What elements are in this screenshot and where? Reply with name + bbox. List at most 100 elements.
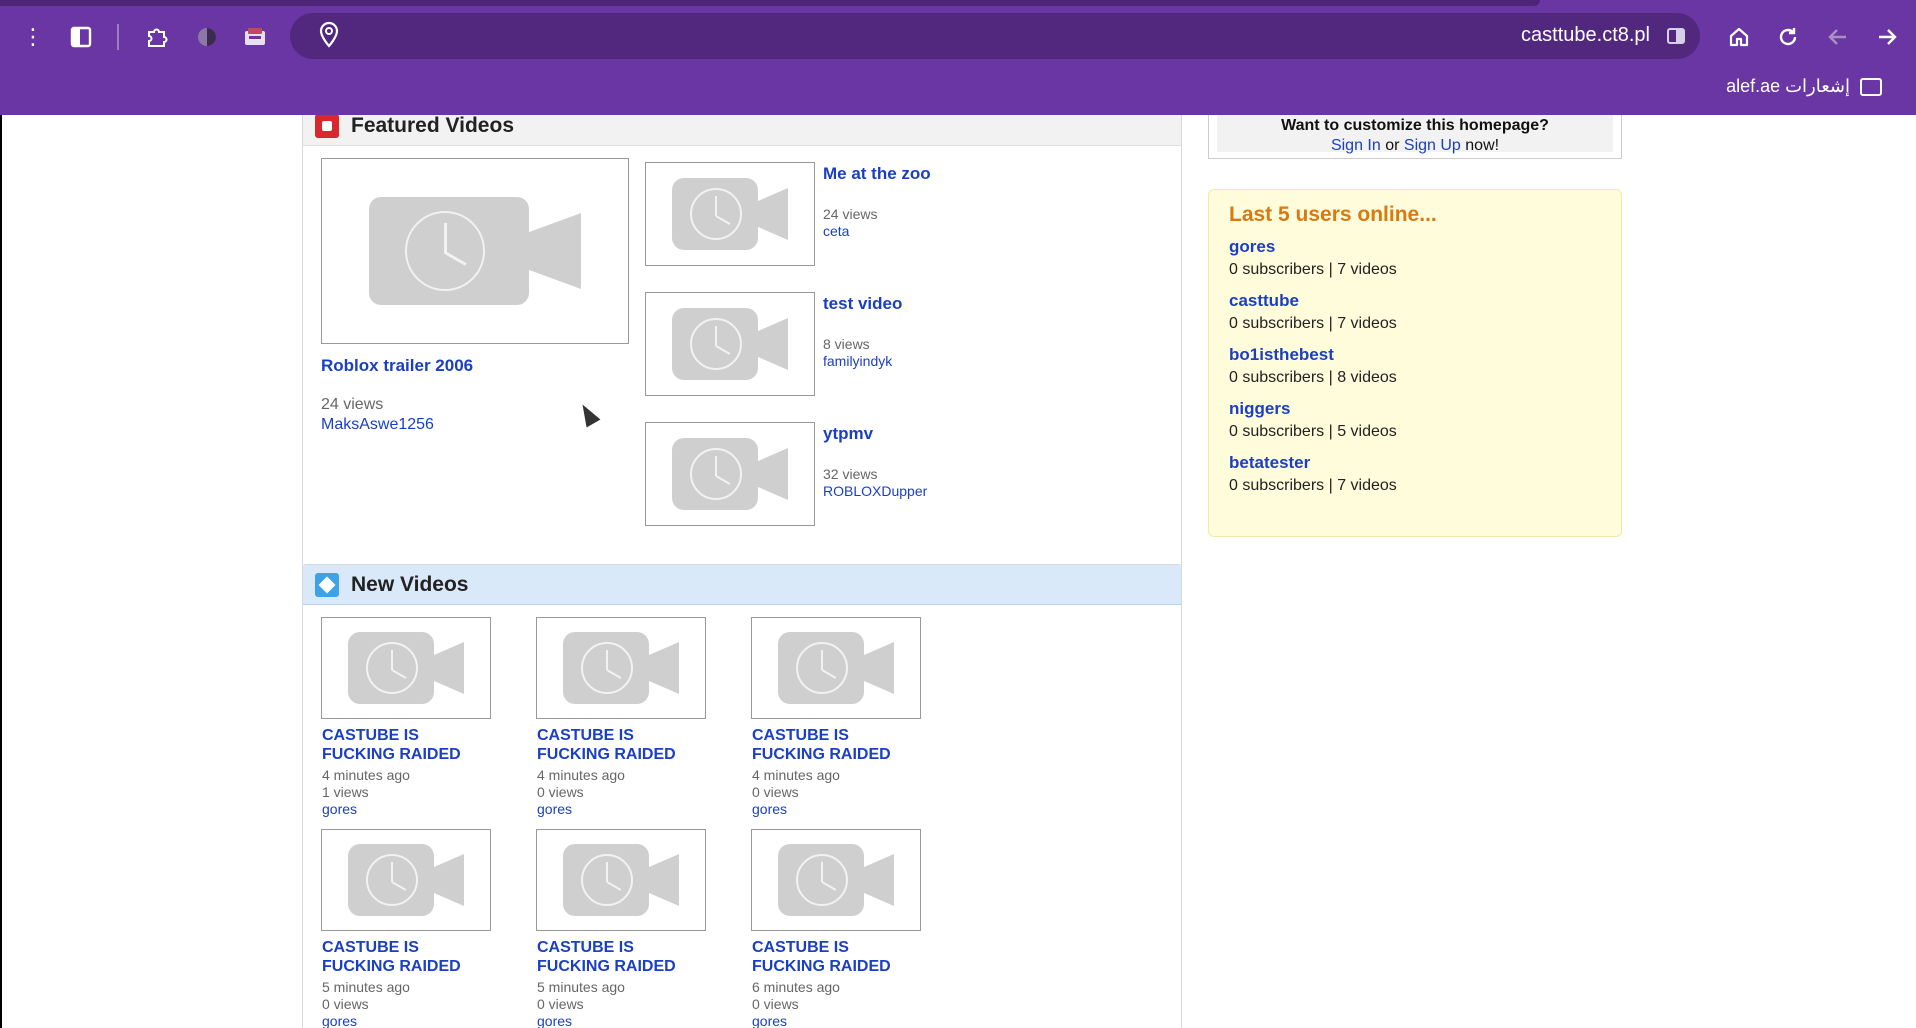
new-video-title-line2[interactable]: FUCKING RAIDED bbox=[322, 746, 461, 764]
new-video-time: 6 minutes ago bbox=[752, 979, 840, 995]
new-video-user[interactable]: gores bbox=[752, 1013, 787, 1028]
featured-side-thumbnail[interactable] bbox=[645, 292, 815, 396]
new-videos-header: New Videos bbox=[303, 565, 1181, 605]
new-video-thumbnail[interactable] bbox=[751, 829, 921, 931]
forward-arrow-icon[interactable] bbox=[1868, 18, 1906, 56]
home-icon[interactable] bbox=[1720, 18, 1758, 56]
new-video-time: 5 minutes ago bbox=[537, 979, 625, 995]
online-user-stats: 0 subscribers | 7 videos bbox=[1229, 261, 1397, 278]
featured-side-user[interactable]: ROBLOXDupper bbox=[823, 483, 927, 499]
video-camera-icon bbox=[778, 844, 894, 916]
featured-side-thumbnail[interactable] bbox=[645, 162, 815, 266]
new-video-title-line2[interactable]: FUCKING RAIDED bbox=[752, 746, 891, 764]
featured-heading: Featured Videos bbox=[351, 115, 514, 137]
new-video-user[interactable]: gores bbox=[752, 801, 787, 817]
new-video-title-line1[interactable]: CASTUBE IS bbox=[537, 939, 634, 957]
tab-strip-edge bbox=[0, 0, 1540, 6]
featured-side-user[interactable]: ceta bbox=[823, 223, 849, 239]
new-video-time: 4 minutes ago bbox=[752, 767, 840, 783]
featured-icon bbox=[315, 115, 339, 138]
featured-main-views: 24 views bbox=[321, 396, 384, 413]
translate-icon[interactable] bbox=[1664, 24, 1688, 48]
new-video-title-line1[interactable]: CASTUBE IS bbox=[752, 727, 849, 745]
new-videos-panel: New Videos CASTUBE IS FUCKING RAIDED 4 m… bbox=[302, 564, 1182, 1028]
new-video-thumbnail[interactable] bbox=[751, 617, 921, 719]
new-video-user[interactable]: gores bbox=[322, 801, 357, 817]
now-text: now! bbox=[1465, 137, 1500, 154]
online-user-name[interactable]: gores bbox=[1229, 237, 1601, 257]
new-video-time: 5 minutes ago bbox=[322, 979, 410, 995]
new-video-views: 0 views bbox=[322, 996, 369, 1012]
new-video-user[interactable]: gores bbox=[322, 1013, 357, 1028]
featured-side-thumbnail[interactable] bbox=[645, 422, 815, 526]
featured-side-views: 8 views bbox=[823, 336, 870, 352]
extensions-puzzle-icon[interactable] bbox=[140, 20, 174, 54]
online-user-name[interactable]: casttube bbox=[1229, 291, 1601, 311]
url-text[interactable]: casttube.ct8.pl bbox=[1521, 24, 1650, 47]
featured-videos-header: Featured Videos bbox=[303, 115, 1181, 146]
online-user: bo1isthebest 0 subscribers | 8 videos bbox=[1229, 345, 1601, 387]
new-video-views: 0 views bbox=[752, 784, 799, 800]
new-video-views: 1 views bbox=[322, 784, 369, 800]
toolbar-separator bbox=[117, 24, 119, 50]
featured-side-title[interactable]: test video bbox=[823, 294, 902, 314]
new-video-user[interactable]: gores bbox=[537, 801, 572, 817]
video-camera-icon bbox=[672, 308, 788, 380]
video-camera-icon bbox=[348, 844, 464, 916]
location-pin-icon[interactable] bbox=[318, 21, 340, 54]
new-video-time: 4 minutes ago bbox=[537, 767, 625, 783]
video-camera-icon bbox=[672, 438, 788, 510]
online-users-title: Last 5 users online... bbox=[1229, 203, 1437, 226]
new-video-title-line2[interactable]: FUCKING RAIDED bbox=[752, 958, 891, 976]
new-video-user[interactable]: gores bbox=[537, 1013, 572, 1028]
sign-up-link[interactable]: Sign Up bbox=[1404, 137, 1461, 154]
online-user-name[interactable]: betatester bbox=[1229, 453, 1601, 473]
browser-toolbar: ⋮ casttube.ct8.pl alef.ae إشعارات bbox=[0, 0, 1916, 115]
online-user-name[interactable]: bo1isthebest bbox=[1229, 345, 1601, 365]
new-video-thumbnail[interactable] bbox=[536, 829, 706, 931]
featured-side-user[interactable]: familyindyk bbox=[823, 353, 892, 369]
online-user: niggers 0 subscribers | 5 videos bbox=[1229, 399, 1601, 441]
extension-wallet-icon[interactable] bbox=[238, 20, 272, 54]
video-camera-icon bbox=[778, 632, 894, 704]
featured-main-thumbnail[interactable] bbox=[321, 158, 629, 344]
online-user: betatester 0 subscribers | 7 videos bbox=[1229, 453, 1601, 495]
new-video-title-line2[interactable]: FUCKING RAIDED bbox=[537, 746, 676, 764]
new-video-title-line1[interactable]: CASTUBE IS bbox=[322, 939, 419, 957]
new-video-thumbnail[interactable] bbox=[536, 617, 706, 719]
featured-side-views: 32 views bbox=[823, 466, 878, 482]
new-videos-heading: New Videos bbox=[351, 572, 469, 596]
bookmark-item[interactable]: alef.ae إشعارات bbox=[1726, 76, 1882, 97]
address-bar[interactable]: casttube.ct8.pl bbox=[290, 13, 1700, 59]
new-video-views: 0 views bbox=[537, 784, 584, 800]
video-camera-icon bbox=[563, 844, 679, 916]
new-video-title-line2[interactable]: FUCKING RAIDED bbox=[537, 958, 676, 976]
menu-kebab-icon[interactable]: ⋮ bbox=[16, 20, 50, 54]
online-user-stats: 0 subscribers | 7 videos bbox=[1229, 477, 1397, 494]
bookmark-folder-icon bbox=[1860, 77, 1882, 96]
featured-side-title[interactable]: Me at the zoo bbox=[823, 164, 931, 184]
extension-circle-icon[interactable] bbox=[190, 20, 224, 54]
featured-main-user[interactable]: MaksAswe1256 bbox=[321, 416, 434, 434]
new-video-title-line1[interactable]: CASTUBE IS bbox=[752, 939, 849, 957]
reload-icon[interactable] bbox=[1769, 18, 1807, 56]
new-video-title-line2[interactable]: FUCKING RAIDED bbox=[322, 958, 461, 976]
featured-main-title[interactable]: Roblox trailer 2006 bbox=[321, 356, 473, 376]
new-video-thumbnail[interactable] bbox=[321, 617, 491, 719]
back-arrow-icon[interactable] bbox=[1819, 18, 1857, 56]
video-camera-icon bbox=[672, 178, 788, 250]
online-user-stats: 0 subscribers | 7 videos bbox=[1229, 315, 1397, 332]
online-user-stats: 0 subscribers | 8 videos bbox=[1229, 369, 1397, 386]
online-user-stats: 0 subscribers | 5 videos bbox=[1229, 423, 1397, 440]
new-video-title-line1[interactable]: CASTUBE IS bbox=[537, 727, 634, 745]
featured-side-title[interactable]: ytpmv bbox=[823, 424, 873, 444]
or-text: or bbox=[1385, 137, 1400, 154]
web-page: Featured Videos Roblox trailer 2006 24 v… bbox=[2, 115, 1916, 1028]
sidebar-toggle-icon[interactable] bbox=[64, 20, 98, 54]
online-user: casttube 0 subscribers | 7 videos bbox=[1229, 291, 1601, 333]
online-user-name[interactable]: niggers bbox=[1229, 399, 1601, 419]
new-video-title-line1[interactable]: CASTUBE IS bbox=[322, 727, 419, 745]
sign-in-link[interactable]: Sign In bbox=[1331, 137, 1381, 154]
new-video-thumbnail[interactable] bbox=[321, 829, 491, 931]
online-user: gores 0 subscribers | 7 videos bbox=[1229, 237, 1601, 279]
